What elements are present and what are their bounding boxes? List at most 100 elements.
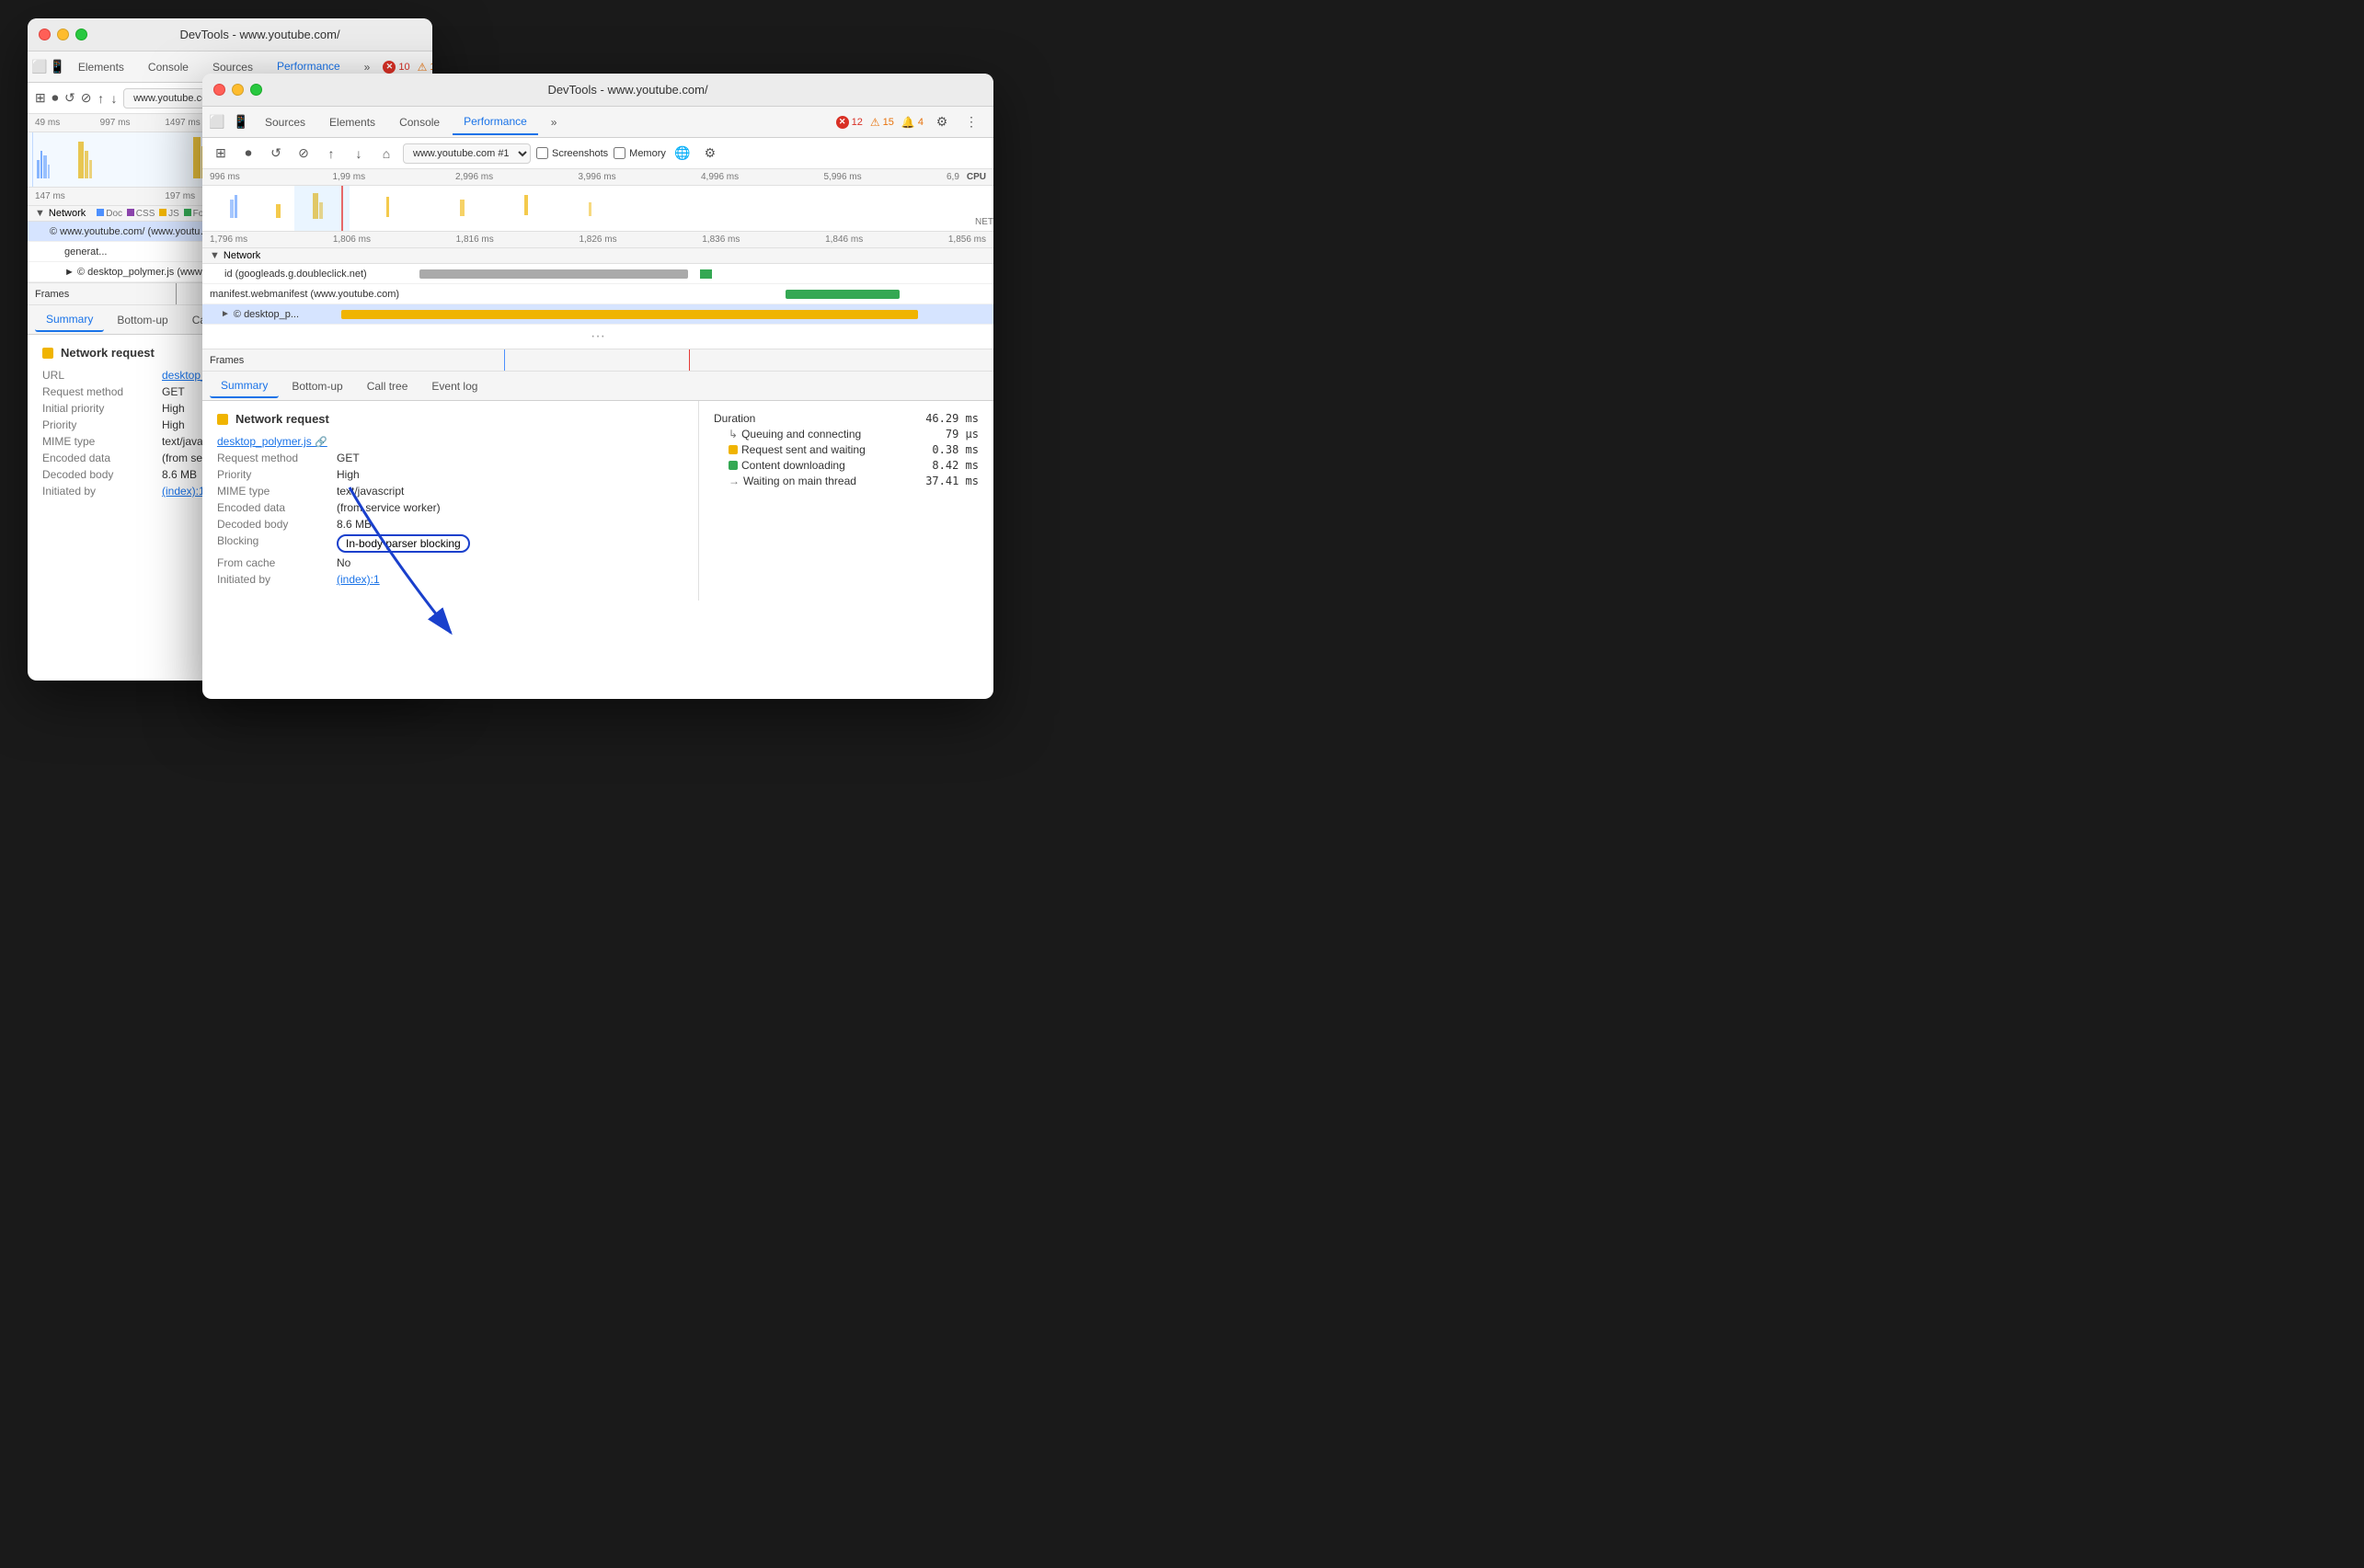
reload-icon-back[interactable]: ↺ (64, 87, 75, 109)
initiated-link-front[interactable]: (index):1 (337, 573, 380, 586)
ruler-front-3: 2,996 ms (455, 172, 579, 182)
tab-sources-front[interactable]: Sources (254, 110, 316, 134)
duration-value-front: 46.29 ms (925, 412, 979, 425)
network-bar-area-0-front (390, 267, 986, 281)
initial-priority-value-back: High (162, 402, 185, 415)
url-select-front[interactable]: www.youtube.com #1 (403, 143, 531, 164)
priority-label-back: Priority (42, 418, 162, 431)
download-icon-front[interactable]: ↓ (348, 143, 370, 165)
yellow-square-icon-front (217, 414, 228, 425)
frames-label-front: Frames (210, 355, 244, 366)
download-icon-back[interactable]: ↓ (110, 87, 118, 109)
downloading-row-front: Content downloading 8.42 ms (714, 459, 979, 472)
encoded-row-front: Encoded data (from service worker) (217, 501, 683, 514)
detail-tick-6: 1,846 ms (825, 235, 948, 245)
upload-icon-front[interactable]: ↑ (320, 143, 342, 165)
req-sent-dot-front (729, 445, 738, 454)
encoded-label-front: Encoded data (217, 501, 337, 514)
tab-performance-front[interactable]: Performance (453, 109, 538, 135)
ruler-front-4: 3,996 ms (579, 172, 702, 182)
req-method-value-front: GET (337, 452, 360, 464)
url-link-front[interactable]: desktop_polymer.js 🔗 (217, 435, 327, 448)
tab-more-front[interactable]: » (540, 110, 568, 134)
expand-arrow-back[interactable]: ▼ (35, 208, 45, 219)
tab-console-back[interactable]: Console (137, 55, 200, 79)
downloading-dot-front (729, 461, 738, 470)
waiting-row-front: → Waiting on main thread 37.41 ms (714, 475, 979, 487)
req-method-label-back: Request method (42, 385, 162, 398)
detail-tick-7: 1,856 ms (948, 235, 986, 245)
req-sent-label-front: Request sent and waiting (741, 443, 932, 456)
record-icon-back[interactable]: ⏺ (52, 87, 59, 109)
stop-icon-back[interactable]: ⊘ (81, 87, 92, 109)
titlebar-back: DevTools - www.youtube.com/ (28, 18, 432, 52)
inspector-icon[interactable]: ⬜ (31, 56, 47, 78)
queuing-arrow-front: ↳ (729, 428, 738, 441)
record-icon-front[interactable]: ⏺ (237, 143, 259, 165)
titlebar-title-back: DevTools - www.youtube.com/ (98, 28, 421, 41)
expand-dp-arrow-front[interactable]: ► (221, 309, 230, 319)
warning-icon-front: ⚠ (870, 116, 880, 129)
close-button-front[interactable] (213, 84, 225, 96)
error-icon-back: ✕ (383, 61, 396, 74)
tab-elements-back[interactable]: Elements (67, 55, 135, 79)
network-icon-front[interactable]: 🌐 (671, 143, 694, 165)
network-row-label-2-front: © desktop_p... (234, 309, 307, 320)
ruler-front-1: 996 ms (210, 172, 333, 182)
home-icon-front[interactable]: ⌂ (375, 143, 397, 165)
req-method-label-front: Request method (217, 452, 337, 464)
close-button-back[interactable] (39, 29, 51, 40)
decoded-value-back: 8.6 MB (162, 468, 197, 481)
tab-bottomup-back[interactable]: Bottom-up (106, 309, 178, 331)
queuing-value-front: 79 μs (946, 428, 979, 441)
minimize-button-back[interactable] (57, 29, 69, 40)
decoded-value-front: 8.6 MB (337, 518, 372, 531)
expand-network-arrow-front[interactable]: ▼ (210, 250, 220, 261)
network-row-0-front[interactable]: id (googleads.g.doubleclick.net) (202, 264, 993, 284)
ruler2-tick1: 147 ms (35, 191, 165, 201)
badges-front: ✕ 12 ⚠ 15 🔔 4 ⚙ ⋮ (836, 111, 990, 133)
traffic-lights-back (39, 29, 87, 40)
screenshots-checkbox-front[interactable]: Screenshots (536, 147, 608, 159)
tab-elements-front[interactable]: Elements (318, 110, 386, 134)
tab-summary-front[interactable]: Summary (210, 374, 279, 398)
tab-bottomup-front[interactable]: Bottom-up (281, 375, 353, 397)
initiated-link-back[interactable]: (index):1 (162, 485, 205, 498)
inspector-icon-front[interactable]: ⬜ (206, 111, 228, 133)
maximize-button-back[interactable] (75, 29, 87, 40)
devtools-window-front: DevTools - www.youtube.com/ ⬜ 📱 Sources … (202, 74, 993, 699)
panel-icon-front[interactable]: ⊞ (210, 143, 232, 165)
warning-icon-back: ⚠ (418, 61, 428, 74)
decoded-row-front: Decoded body 8.6 MB (217, 518, 683, 531)
memory-checkbox-front[interactable]: Memory (614, 147, 666, 159)
summary-right-front: Duration 46.29 ms ↳ Queuing and connecti… (699, 401, 993, 601)
network-row-1-front[interactable]: manifest.webmanifest (www.youtube.com) (202, 284, 993, 304)
encoded-value-front: (from service worker) (337, 501, 441, 514)
gear-icon-front[interactable]: ⚙ (931, 111, 953, 133)
network-header-front: ▼ Network (202, 248, 993, 264)
network-row-label-0-front: id (googleads.g.doubleclick.net) (224, 269, 390, 280)
minimize-button-front[interactable] (232, 84, 244, 96)
tab-summary-back[interactable]: Summary (35, 308, 104, 332)
detail-tick-4: 1,826 ms (579, 235, 702, 245)
device-icon[interactable]: 📱 (49, 56, 64, 78)
network-label-front: Network (224, 250, 260, 261)
ruler-front-6: 5,996 ms (824, 172, 947, 182)
panel-icon-back[interactable]: ⊞ (35, 87, 46, 109)
tab-calltree-front[interactable]: Call tree (356, 375, 419, 397)
network-label-back: Network (49, 208, 86, 219)
device-icon-front[interactable]: 📱 (230, 111, 252, 133)
blocking-label-front: Blocking (217, 534, 337, 547)
stop-icon-front[interactable]: ⊘ (293, 143, 315, 165)
maximize-button-front[interactable] (250, 84, 262, 96)
settings-icon-front[interactable]: ⚙ (699, 143, 721, 165)
tab-console-front[interactable]: Console (388, 110, 451, 134)
titlebar-front: DevTools - www.youtube.com/ (202, 74, 993, 107)
network-row-label-1-front: manifest.webmanifest (www.youtube.com) (210, 289, 412, 300)
upload-icon-back[interactable]: ↑ (98, 87, 105, 109)
decoded-label-back: Decoded body (42, 468, 162, 481)
more-icon-front[interactable]: ⋮ (960, 111, 982, 133)
network-row-2-front[interactable]: ► © desktop_p... (202, 304, 993, 325)
tab-eventlog-front[interactable]: Event log (420, 375, 488, 397)
reload-icon-front[interactable]: ↺ (265, 143, 287, 165)
